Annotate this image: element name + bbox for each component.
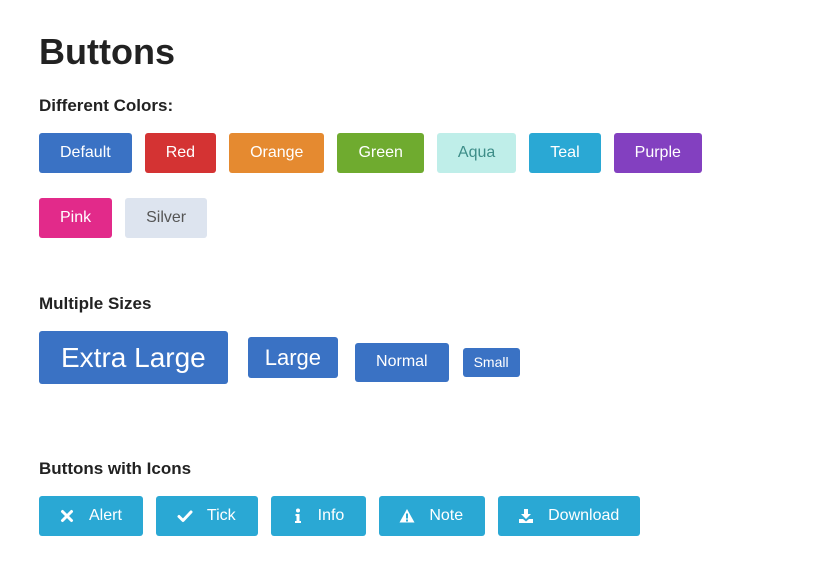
color-buttons-row-1: Default Red Orange Green Aqua Teal Purpl… bbox=[39, 133, 715, 173]
download-icon bbox=[518, 508, 534, 524]
icon-buttons-row: Alert Tick Info Note Download bbox=[39, 496, 653, 536]
alert-button[interactable]: Alert bbox=[39, 496, 143, 536]
teal-button[interactable]: Teal bbox=[529, 133, 601, 173]
color-buttons-row-2: Pink Silver bbox=[39, 198, 220, 238]
default-button[interactable]: Default bbox=[39, 133, 132, 173]
silver-button[interactable]: Silver bbox=[125, 198, 208, 238]
red-button[interactable]: Red bbox=[144, 133, 217, 173]
info-icon bbox=[290, 508, 306, 524]
note-button[interactable]: Note bbox=[379, 496, 486, 536]
download-button-label: Download bbox=[548, 507, 620, 524]
note-button-label: Note bbox=[429, 507, 464, 524]
green-button[interactable]: Green bbox=[337, 133, 424, 173]
extra-large-button[interactable]: Extra Large bbox=[39, 331, 228, 384]
download-button[interactable]: Download bbox=[498, 496, 641, 536]
info-button[interactable]: Info bbox=[270, 496, 367, 536]
check-icon bbox=[177, 508, 193, 524]
orange-button[interactable]: Orange bbox=[229, 133, 325, 173]
tick-button[interactable]: Tick bbox=[155, 496, 258, 536]
alert-button-label: Alert bbox=[89, 507, 122, 524]
aqua-button[interactable]: Aqua bbox=[436, 133, 517, 173]
tick-button-label: Tick bbox=[206, 507, 236, 524]
info-button-label: Info bbox=[317, 507, 345, 524]
section-title-colors: Different Colors: bbox=[39, 96, 174, 115]
large-button[interactable]: Large bbox=[247, 337, 339, 378]
section-title-sizes: Multiple Sizes bbox=[39, 294, 152, 313]
normal-button[interactable]: Normal bbox=[355, 342, 449, 382]
purple-button[interactable]: Purple bbox=[613, 133, 702, 173]
warning-icon bbox=[399, 508, 415, 524]
section-title-icons: Buttons with Icons bbox=[39, 459, 192, 478]
close-icon bbox=[59, 508, 75, 524]
pink-button[interactable]: Pink bbox=[39, 198, 113, 238]
page-title: Buttons bbox=[39, 31, 175, 72]
size-buttons-row: Extra Large Large Normal Small bbox=[39, 331, 520, 384]
small-button[interactable]: Small bbox=[462, 347, 520, 377]
